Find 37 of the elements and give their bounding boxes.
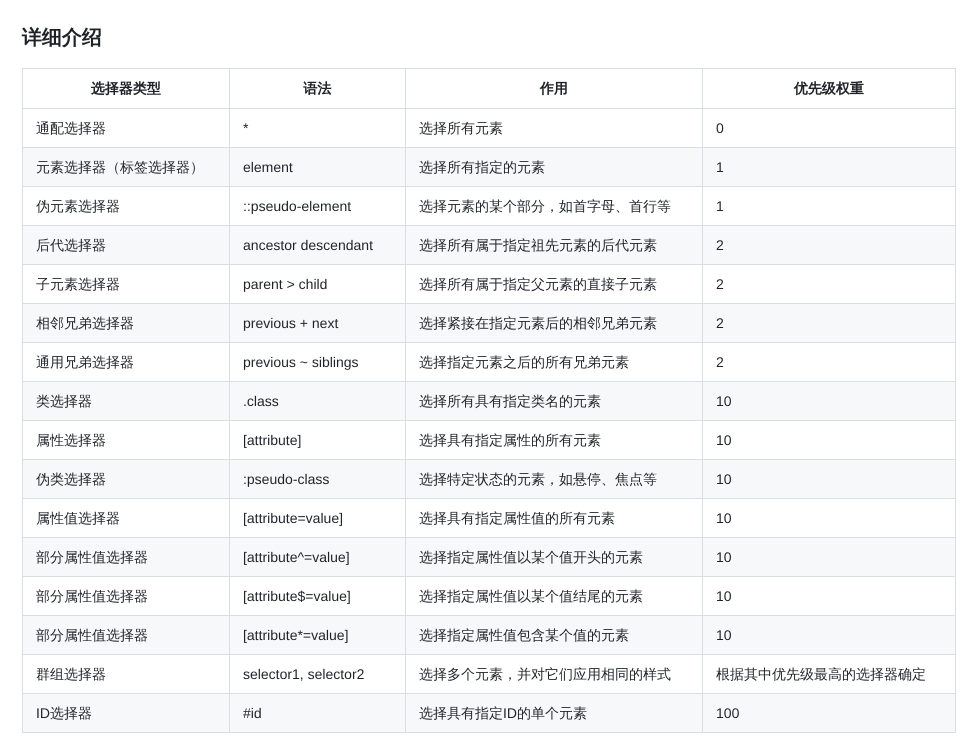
table-cell: 选择具有指定ID的单个元素 bbox=[406, 694, 702, 732]
table-cell: 选择指定属性值包含某个值的元素 bbox=[406, 616, 702, 654]
table-cell: 后代选择器 bbox=[22, 226, 230, 264]
table-cell: 选择所有属于指定祖先元素的后代元素 bbox=[406, 226, 702, 264]
table-cell: 类选择器 bbox=[22, 382, 230, 420]
table-cell: element bbox=[230, 148, 406, 186]
table-cell: 伪类选择器 bbox=[22, 460, 230, 498]
table-cell: 10 bbox=[702, 538, 956, 576]
table-cell: 选择紧接在指定元素后的相邻兄弟元素 bbox=[406, 304, 702, 342]
table-cell: 10 bbox=[702, 460, 956, 498]
table-cell: 选择特定状态的元素，如悬停、焦点等 bbox=[406, 460, 702, 498]
table-cell: 选择所有指定的元素 bbox=[406, 148, 702, 186]
table-cell: .class bbox=[230, 382, 406, 420]
table-cell: 相邻兄弟选择器 bbox=[22, 304, 230, 342]
table-cell: 10 bbox=[702, 382, 956, 420]
table-cell: #id bbox=[230, 694, 406, 732]
column-header: 作用 bbox=[406, 68, 702, 108]
column-header: 选择器类型 bbox=[22, 68, 230, 108]
table-cell: :pseudo-class bbox=[230, 460, 406, 498]
table-cell: 100 bbox=[702, 694, 956, 732]
table-cell: 2 bbox=[702, 226, 956, 264]
table-cell: ID选择器 bbox=[22, 694, 230, 732]
table-cell: previous + next bbox=[230, 304, 406, 342]
table-cell: 部分属性值选择器 bbox=[22, 616, 230, 654]
section-heading: 详细介绍 bbox=[22, 26, 103, 51]
table-cell: [attribute*=value] bbox=[230, 616, 406, 654]
table-cell: 10 bbox=[702, 616, 956, 654]
column-header: 语法 bbox=[230, 68, 406, 108]
table-cell: 1 bbox=[702, 148, 956, 186]
column-header: 优先级权重 bbox=[702, 68, 956, 108]
table-cell: 元素选择器（标签选择器） bbox=[22, 148, 230, 186]
table-cell: 选择所有具有指定类名的元素 bbox=[406, 382, 702, 420]
table-cell: ancestor descendant bbox=[230, 226, 406, 264]
table-cell: 2 bbox=[702, 304, 956, 342]
table-cell: [attribute^=value] bbox=[230, 538, 406, 576]
table-cell: 选择指定属性值以某个值开头的元素 bbox=[406, 538, 702, 576]
table-cell: 部分属性值选择器 bbox=[22, 538, 230, 576]
